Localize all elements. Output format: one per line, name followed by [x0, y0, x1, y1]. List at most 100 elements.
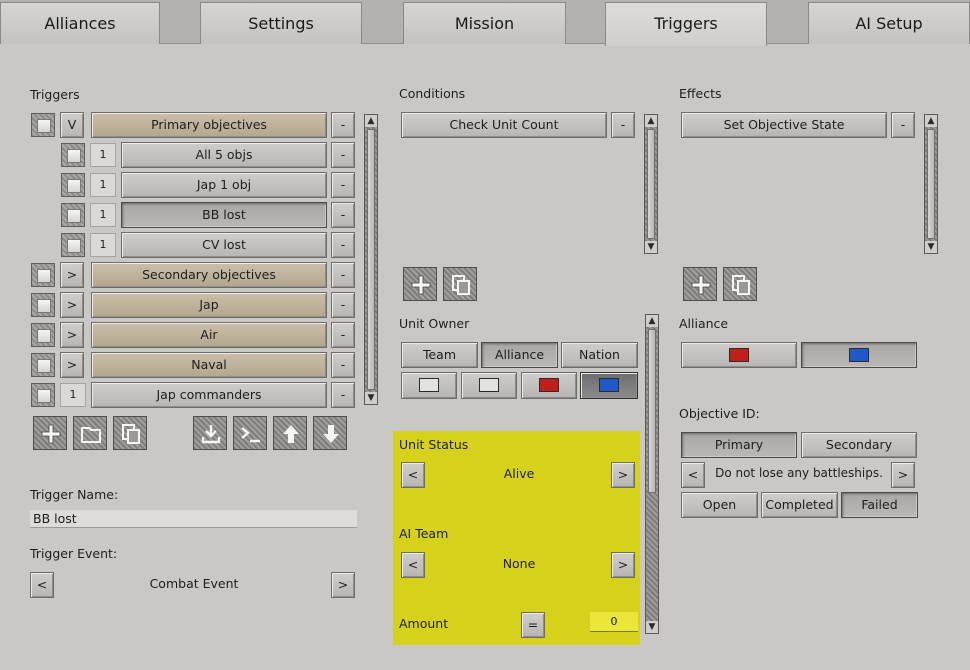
trigger-list-item[interactable]: Jap 1 obj	[121, 172, 327, 198]
ai-team-next-button[interactable]: >	[611, 552, 635, 578]
scroll-down-arrow-icon[interactable]: ▼	[365, 392, 377, 404]
unit-status-next-button[interactable]: >	[611, 462, 635, 488]
owner-color-button[interactable]	[401, 372, 457, 399]
condition-params-scrollbar[interactable]: ▲ ▼	[645, 314, 659, 634]
unit-status-prev-button[interactable]: <	[401, 462, 425, 488]
terminal-icon	[241, 427, 260, 443]
tab-triggers[interactable]: Triggers	[605, 2, 767, 46]
remove-trigger-button[interactable]: -	[331, 232, 355, 258]
trigger-expand-toggle[interactable]: V	[60, 112, 84, 138]
scroll-thumb[interactable]	[367, 129, 375, 390]
trigger-expand-toggle[interactable]: >	[60, 352, 84, 378]
remove-trigger-button[interactable]: -	[331, 382, 355, 408]
amount-label: Amount	[399, 616, 449, 631]
effects-scrollbar[interactable]: ▲ ▼	[924, 114, 938, 254]
remove-trigger-button[interactable]: -	[331, 112, 355, 138]
add-effect-button[interactable]	[683, 267, 717, 301]
remove-trigger-button[interactable]: -	[331, 142, 355, 168]
trigger-list-item[interactable]: Primary objectives	[91, 112, 327, 138]
unit-owner-alliance-button[interactable]: Alliance	[481, 342, 558, 368]
trigger-list-item[interactable]: Naval	[91, 352, 327, 378]
trigger-enable-checkbox[interactable]	[31, 323, 55, 347]
objective-prev-button[interactable]: <	[681, 462, 705, 488]
remove-trigger-button[interactable]: -	[331, 322, 355, 348]
owner-color-button-selected[interactable]	[580, 372, 638, 399]
trigger-name-input[interactable]: BB lost	[30, 510, 357, 528]
condition-item[interactable]: Check Unit Count	[401, 112, 607, 138]
trigger-enable-checkbox[interactable]	[61, 143, 85, 167]
trigger-event-next-button[interactable]: >	[331, 572, 355, 598]
trigger-enable-checkbox[interactable]	[61, 233, 85, 257]
objective-completed-button[interactable]: Completed	[761, 492, 838, 518]
remove-effect-button[interactable]: -	[891, 112, 915, 138]
scroll-up-arrow-icon[interactable]: ▲	[925, 115, 937, 127]
trigger-list-item[interactable]: Jap commanders	[91, 382, 327, 408]
owner-color-button[interactable]	[521, 372, 577, 399]
trigger-list-item[interactable]: CV lost	[121, 232, 327, 258]
ai-team-prev-button[interactable]: <	[401, 552, 425, 578]
trigger-enable-checkbox[interactable]	[31, 113, 55, 137]
trigger-enable-checkbox[interactable]	[31, 353, 55, 377]
alliance-color-button[interactable]	[681, 342, 797, 368]
objective-primary-button[interactable]: Primary	[681, 432, 797, 458]
trigger-enable-checkbox[interactable]	[61, 203, 85, 227]
amount-input[interactable]: 0	[590, 612, 638, 632]
scroll-thumb[interactable]	[927, 129, 935, 239]
tab-settings[interactable]: Settings	[200, 2, 362, 44]
remove-condition-button[interactable]: -	[611, 112, 635, 138]
objective-secondary-button[interactable]: Secondary	[801, 432, 917, 458]
duplicate-effect-button[interactable]	[723, 267, 757, 301]
trigger-list-item[interactable]: Secondary objectives	[91, 262, 327, 288]
effect-item[interactable]: Set Objective State	[681, 112, 887, 138]
trigger-list-scrollbar[interactable]: ▲ ▼	[364, 114, 378, 405]
trigger-enable-checkbox[interactable]	[31, 293, 55, 317]
conditions-scrollbar[interactable]: ▲ ▼	[644, 114, 658, 254]
add-folder-button[interactable]	[73, 416, 107, 450]
unit-owner-nation-button[interactable]: Nation	[561, 342, 638, 368]
trigger-enable-checkbox[interactable]	[61, 173, 85, 197]
trigger-list-item[interactable]: Air	[91, 322, 327, 348]
tab-ai-setup[interactable]: AI Setup	[808, 2, 970, 44]
owner-color-button[interactable]	[461, 372, 517, 399]
add-trigger-button[interactable]	[33, 416, 67, 450]
scroll-thumb[interactable]	[648, 329, 656, 493]
trigger-enable-checkbox[interactable]	[31, 263, 55, 287]
scroll-up-arrow-icon[interactable]: ▲	[645, 115, 657, 127]
trigger-expand-toggle[interactable]: >	[60, 322, 84, 348]
console-button[interactable]	[233, 416, 267, 450]
alliance-color-button-selected[interactable]	[801, 342, 917, 368]
trigger-list-item[interactable]: All 5 objs	[121, 142, 327, 168]
move-up-button[interactable]	[273, 416, 307, 450]
trigger-enable-checkbox[interactable]	[31, 383, 55, 407]
unit-status-label: Unit Status	[399, 437, 469, 452]
trigger-list-item[interactable]: Jap	[91, 292, 327, 318]
remove-trigger-button[interactable]: -	[331, 292, 355, 318]
trigger-list-item[interactable]: BB lost	[121, 202, 327, 228]
scroll-thumb[interactable]	[647, 129, 655, 239]
duplicate-trigger-button[interactable]	[113, 416, 147, 450]
remove-trigger-button[interactable]: -	[331, 262, 355, 288]
tab-mission[interactable]: Mission	[403, 2, 566, 44]
import-trigger-button[interactable]	[193, 416, 227, 450]
objective-open-button[interactable]: Open	[681, 492, 758, 518]
amount-operator-button[interactable]: =	[521, 612, 545, 638]
move-down-button[interactable]	[313, 416, 347, 450]
trigger-expand-toggle[interactable]: >	[60, 262, 84, 288]
trigger-event-prev-button[interactable]: <	[30, 572, 54, 598]
plus-icon	[41, 424, 61, 444]
add-condition-button[interactable]	[403, 267, 437, 301]
remove-trigger-button[interactable]: -	[331, 172, 355, 198]
remove-trigger-button[interactable]: -	[331, 352, 355, 378]
trigger-expand-toggle[interactable]: >	[60, 292, 84, 318]
scroll-down-arrow-icon[interactable]: ▼	[925, 241, 937, 253]
remove-trigger-button[interactable]: -	[331, 202, 355, 228]
scroll-down-arrow-icon[interactable]: ▼	[646, 621, 658, 633]
scroll-up-arrow-icon[interactable]: ▲	[646, 315, 658, 327]
objective-failed-button[interactable]: Failed	[841, 492, 918, 518]
duplicate-condition-button[interactable]	[443, 267, 477, 301]
unit-owner-team-button[interactable]: Team	[401, 342, 478, 368]
scroll-up-arrow-icon[interactable]: ▲	[365, 115, 377, 127]
tab-alliances[interactable]: Alliances	[0, 2, 160, 44]
scroll-down-arrow-icon[interactable]: ▼	[645, 241, 657, 253]
objective-next-button[interactable]: >	[891, 462, 915, 488]
